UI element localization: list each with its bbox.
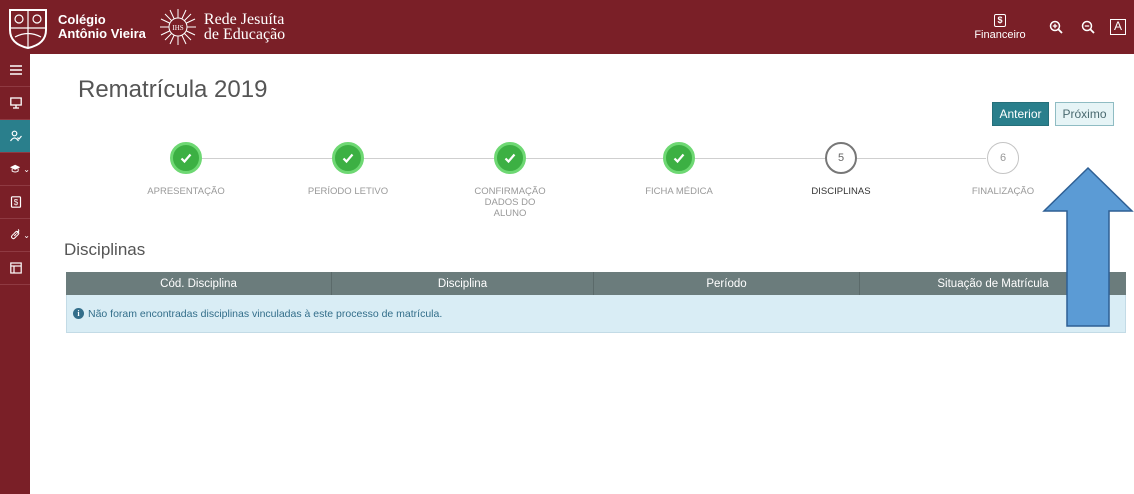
step-label: DISCIPLINAS bbox=[811, 186, 871, 197]
link-icon bbox=[10, 229, 20, 240]
network-name-line1: Rede Jesuíta bbox=[203, 11, 285, 28]
check-icon bbox=[342, 153, 354, 164]
column-header[interactable]: Cód. Disciplina bbox=[66, 272, 332, 295]
dollar-doc-icon: $ bbox=[994, 13, 1006, 27]
sidebar-item-dashboard[interactable] bbox=[0, 87, 30, 120]
zoom-in-button[interactable] bbox=[1040, 0, 1072, 54]
svg-text:IHS: IHS bbox=[172, 24, 183, 32]
annotation-arrow-up bbox=[1042, 166, 1134, 327]
sidebar-item-rematricula[interactable] bbox=[0, 120, 30, 153]
network-name-line2: de Educação bbox=[203, 26, 286, 43]
crest-icon bbox=[9, 9, 47, 50]
school-name-line1: Colégio bbox=[58, 12, 106, 27]
info-icon: i bbox=[73, 308, 84, 319]
disciplinas-table: Cód. Disciplina Disciplina Período Situa… bbox=[66, 272, 1126, 333]
school-name: Colégio Antônio Vieira bbox=[58, 13, 146, 41]
step-done-marker bbox=[332, 142, 364, 174]
check-icon bbox=[673, 153, 685, 164]
step-label: CONFIRMAÇÃO DADOS DO ALUNO bbox=[474, 186, 546, 219]
check-icon bbox=[504, 153, 516, 164]
sidebar-item-academico[interactable]: ⌄ bbox=[0, 153, 30, 186]
step-number: 5 bbox=[825, 142, 857, 174]
step-ficha-medica[interactable]: FICHA MÉDICA bbox=[609, 142, 749, 197]
empty-table-notice: i Não foram encontradas disciplinas vinc… bbox=[66, 295, 1126, 333]
previous-button[interactable]: Anterior bbox=[992, 102, 1049, 126]
school-crest-logo[interactable] bbox=[0, 0, 56, 54]
svg-text:$: $ bbox=[14, 198, 19, 207]
financeiro-label: Financeiro bbox=[974, 28, 1026, 41]
step-label: FICHA MÉDICA bbox=[645, 186, 713, 197]
zoom-out-button[interactable] bbox=[1072, 0, 1104, 54]
column-header[interactable]: Disciplina bbox=[332, 272, 594, 295]
step-label: PERÍODO LETIVO bbox=[307, 186, 389, 197]
school-name-line2: Antônio Vieira bbox=[58, 26, 146, 41]
chevron-down-icon: ⌄ bbox=[23, 230, 30, 240]
section-title: Disciplinas bbox=[64, 240, 146, 259]
step-number: 6 bbox=[987, 142, 1019, 174]
step-disciplinas[interactable]: 5 DISCIPLINAS bbox=[771, 142, 911, 197]
step-label: APRESENTAÇÃO bbox=[147, 186, 225, 197]
table-icon bbox=[10, 262, 22, 274]
zoom-out-icon bbox=[1081, 20, 1095, 34]
table-header: Cód. Disciplina Disciplina Período Situa… bbox=[66, 272, 1126, 295]
sunburst-icon: IHS bbox=[159, 9, 196, 45]
next-button[interactable]: Próximo bbox=[1055, 102, 1114, 126]
financeiro-button[interactable]: $ Financeiro bbox=[970, 13, 1030, 41]
step-confirmacao-dados[interactable]: CONFIRMAÇÃO DADOS DO ALUNO bbox=[440, 142, 580, 219]
sidebar-item-links[interactable]: ⌄ bbox=[0, 219, 30, 252]
step-periodo-letivo[interactable]: PERÍODO LETIVO bbox=[278, 142, 418, 197]
empty-message: Não foram encontradas disciplinas vincul… bbox=[88, 307, 443, 320]
column-header[interactable]: Período bbox=[594, 272, 860, 295]
graduation-cap-icon bbox=[10, 164, 21, 173]
dollar-doc-icon: $ bbox=[10, 196, 22, 208]
progress-steps: APRESENTAÇÃO PERÍODO LETIVO CONFIRMAÇÃO … bbox=[116, 142, 1086, 232]
step-done-marker bbox=[663, 142, 695, 174]
menu-icon bbox=[10, 65, 22, 75]
step-done-marker bbox=[494, 142, 526, 174]
sidebar-item-calendario[interactable] bbox=[0, 252, 30, 285]
font-size-button[interactable]: A bbox=[1110, 19, 1126, 35]
user-check-icon bbox=[10, 130, 22, 142]
sidebar-item-financeiro[interactable]: $ bbox=[0, 186, 30, 219]
monitor-icon bbox=[10, 97, 22, 109]
top-bar: Colégio Antônio Vieira IHS Rede Jesuíta … bbox=[0, 0, 1134, 54]
sidebar: ⌄ $ ⌄ bbox=[0, 54, 30, 494]
chevron-down-icon: ⌄ bbox=[23, 164, 30, 174]
rede-jesuita-logo: IHS Rede Jesuíta de Educação bbox=[158, 7, 285, 47]
step-done-marker bbox=[170, 142, 202, 174]
check-icon bbox=[180, 153, 192, 164]
step-apresentacao[interactable]: APRESENTAÇÃO bbox=[116, 142, 256, 197]
sidebar-item-menu[interactable] bbox=[0, 54, 30, 87]
zoom-in-icon bbox=[1049, 20, 1063, 34]
page-title: Rematrícula 2019 bbox=[78, 76, 268, 103]
main-content: Rematrícula 2019 Anterior Próximo APRESE… bbox=[30, 54, 1134, 494]
